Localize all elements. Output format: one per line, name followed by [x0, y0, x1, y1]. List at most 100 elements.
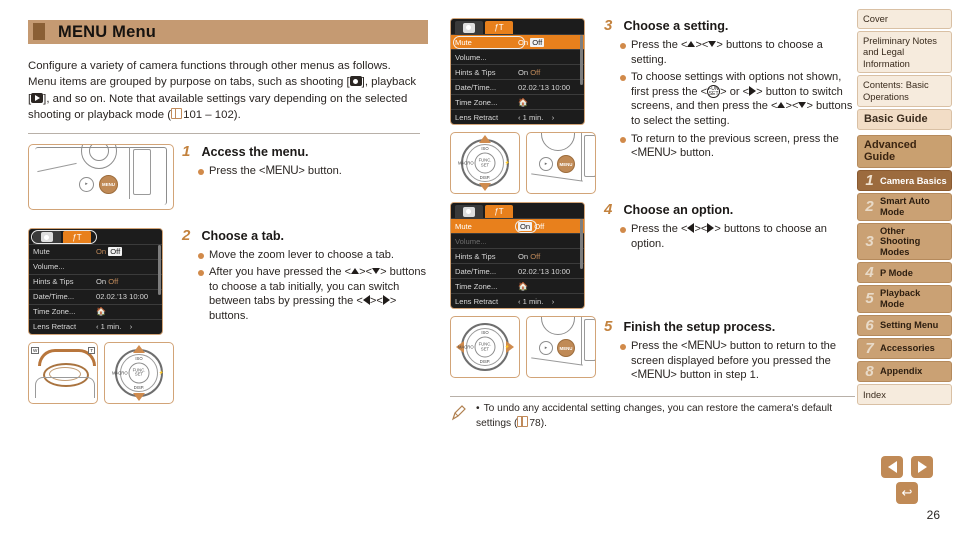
- chapter-number: 8: [865, 362, 874, 380]
- intro-ref[interactable]: 101 – 102: [183, 109, 234, 121]
- dial-label-left: MACRO: [458, 160, 474, 166]
- left-arrow-icon: [687, 223, 695, 233]
- lcd-tab-shooting[interactable]: [455, 205, 483, 218]
- sidebar-item-contents[interactable]: Contents: Basic Operations: [857, 75, 952, 107]
- menu-keyword: MENU: [637, 368, 671, 382]
- lens-retract-value: 1 min.: [522, 112, 544, 122]
- chapter-label: Camera Basics: [880, 175, 947, 186]
- lcd-row-datetime[interactable]: Date/Time... 02.02.'13 10:00: [451, 263, 584, 278]
- chapter-label: Other Shooting Modes: [880, 225, 921, 257]
- control-dial-shape: [541, 133, 575, 151]
- lcd-tab-settings[interactable]: ƒT: [485, 205, 513, 218]
- lcd-row-timezone[interactable]: Time Zone... 🏠: [451, 278, 584, 293]
- sidebar-chapter-6[interactable]: 6 Setting Menu: [857, 314, 952, 336]
- lcd-row-hints[interactable]: Hints & Tips On Off: [451, 248, 584, 263]
- option-on: On: [96, 247, 107, 257]
- step-4-bullets: Press the < >< > buttons to choose an opti…: [620, 222, 855, 251]
- sidebar-item-index[interactable]: Index: [857, 383, 952, 405]
- chapter-number: 7: [865, 339, 874, 357]
- lcd-row-hints[interactable]: Hints & Tips On Off: [451, 64, 584, 79]
- row-label: Time Zone...: [33, 307, 76, 317]
- lcd-row-mute-selected[interactable]: Mute On Off: [451, 34, 584, 49]
- down-arrow-icon: [798, 102, 807, 109]
- row-value: On Off: [518, 252, 580, 261]
- sidebar-chapter-3[interactable]: 3 Other Shooting Modes: [857, 222, 952, 261]
- row-label: Time Zone...: [455, 281, 498, 291]
- lcd-tab-shooting[interactable]: [455, 21, 483, 34]
- step-1-title: Access the menu.: [201, 144, 309, 159]
- previous-page-button[interactable]: [881, 456, 903, 478]
- row-value: 02.02.'13 10:00: [96, 292, 149, 302]
- sidebar-chapter-2[interactable]: 2 Smart Auto Mode: [857, 193, 952, 221]
- step-4-heading-line: 4 Choose an option.: [604, 202, 855, 220]
- right-arrow-icon: [707, 223, 715, 233]
- dial-label-down: DISP.: [479, 175, 491, 180]
- lcd-row-datetime[interactable]: Date/Time... 02.02.'13 10:00: [29, 288, 162, 304]
- menu-keyword: MENU: [265, 163, 299, 177]
- dial-label-up: ISO: [135, 355, 143, 361]
- lcd-row-volume[interactable]: Volume...: [29, 258, 162, 274]
- back-button[interactable]: ↩: [896, 482, 918, 504]
- camera-top-base: [35, 376, 95, 398]
- lcd-scrollbar[interactable]: [580, 219, 583, 269]
- lcd-row-volume[interactable]: Volume...: [451, 49, 584, 64]
- lcd-scrollbar[interactable]: [158, 244, 161, 295]
- step-5-number: 5: [604, 318, 613, 336]
- row-label: Time Zone...: [455, 97, 498, 107]
- menu-keyword: MENU: [637, 146, 671, 160]
- lcd-row-lensretract[interactable]: Lens Retract ‹ 1 min. ›: [29, 318, 162, 334]
- row-label: Lens Retract: [455, 112, 499, 122]
- row-value: 02.02.'13 10:00: [518, 82, 571, 92]
- dial-label-down: DISP.: [479, 359, 491, 364]
- dial-label-up: ISO: [481, 146, 489, 151]
- row-label: Hints & Tips: [455, 67, 496, 77]
- sidebar-chapter-1[interactable]: 1 Camera Basics: [857, 170, 952, 192]
- zoom-lever-figure: W T: [28, 341, 98, 404]
- lcd-row-hints[interactable]: Hints & Tips On Off: [29, 273, 162, 289]
- step-3-row: ƒT Mute On Off Volume... Hints & Tips On…: [450, 18, 855, 194]
- lcd-row-timezone[interactable]: Time Zone... 🏠: [29, 303, 162, 319]
- sidebar-chapter-4[interactable]: 4 P Mode: [857, 262, 952, 284]
- lcd-tab-bar[interactable]: ƒT: [451, 19, 584, 34]
- bullet-item: Press the <MENU> button to return to the…: [620, 339, 855, 383]
- sidebar-item-cover[interactable]: Cover: [857, 9, 952, 29]
- lcd-tab-bar[interactable]: ƒT: [451, 203, 584, 218]
- page-navigation: ↩ 26: [872, 456, 942, 522]
- dial-label-down: DISP.: [133, 384, 145, 390]
- intro-text-1: Configure a variety of camera functions …: [28, 60, 391, 89]
- func-set-button[interactable]: FUNC. SET: [128, 362, 150, 384]
- lcd-tab-settings[interactable]: ƒT: [485, 21, 513, 34]
- func-set-button[interactable]: FUNC. SET: [474, 152, 496, 174]
- left-arrow-icon: [362, 295, 370, 306]
- sidebar-chapter-8[interactable]: 8 Appendix: [857, 360, 952, 382]
- down-arrow-icon: [708, 41, 717, 47]
- sidebar-chapter-5[interactable]: 5 Playback Mode: [857, 285, 952, 313]
- pencil-icon: [450, 402, 472, 427]
- sidebar-item-basic-guide[interactable]: Basic Guide: [857, 108, 952, 131]
- lcd-row-lensretract[interactable]: Lens Retract ‹ 1 min. ›: [451, 109, 584, 124]
- sidebar-item-advanced-guide[interactable]: Advanced Guide: [857, 135, 952, 169]
- left-triangle-icon: [887, 461, 897, 473]
- note-text-after: ).: [540, 417, 547, 429]
- lcd-row-mute-selected[interactable]: Mute On Off: [451, 218, 584, 233]
- up-arrow-icon: [351, 268, 360, 275]
- func-set-button[interactable]: FUNC. SET: [474, 336, 496, 358]
- lcd-row-volume[interactable]: Volume...: [451, 233, 584, 248]
- lcd-row-mute[interactable]: Mute On Off: [29, 243, 162, 259]
- lcd-tab-bar[interactable]: ƒT: [29, 228, 162, 244]
- step-3-title: Choose a setting.: [623, 19, 729, 33]
- lcd-scrollbar[interactable]: [580, 35, 583, 85]
- lcd-row-timezone[interactable]: Time Zone... 🏠: [451, 94, 584, 109]
- camera-back-figure-2: ▸ MENU: [526, 132, 596, 194]
- row-label: Hints & Tips: [455, 251, 496, 261]
- dial-up-arrow-icon: [479, 135, 491, 143]
- manual-page: MENU Menu Configure a variety of camera …: [0, 0, 954, 534]
- camera-bottom-line: [531, 357, 583, 366]
- sidebar-item-preliminary-notes[interactable]: Preliminary Notes and Legal Information: [857, 30, 952, 74]
- camera-back-figure-3: ▸ MENU: [526, 316, 596, 378]
- note-ref[interactable]: 78: [529, 418, 540, 429]
- lcd-row-datetime[interactable]: Date/Time... 02.02.'13 10:00: [451, 79, 584, 94]
- next-page-button[interactable]: [911, 456, 933, 478]
- lcd-row-lensretract[interactable]: Lens Retract ‹ 1 min. ›: [451, 293, 584, 308]
- sidebar-chapter-7[interactable]: 7 Accessories: [857, 337, 952, 359]
